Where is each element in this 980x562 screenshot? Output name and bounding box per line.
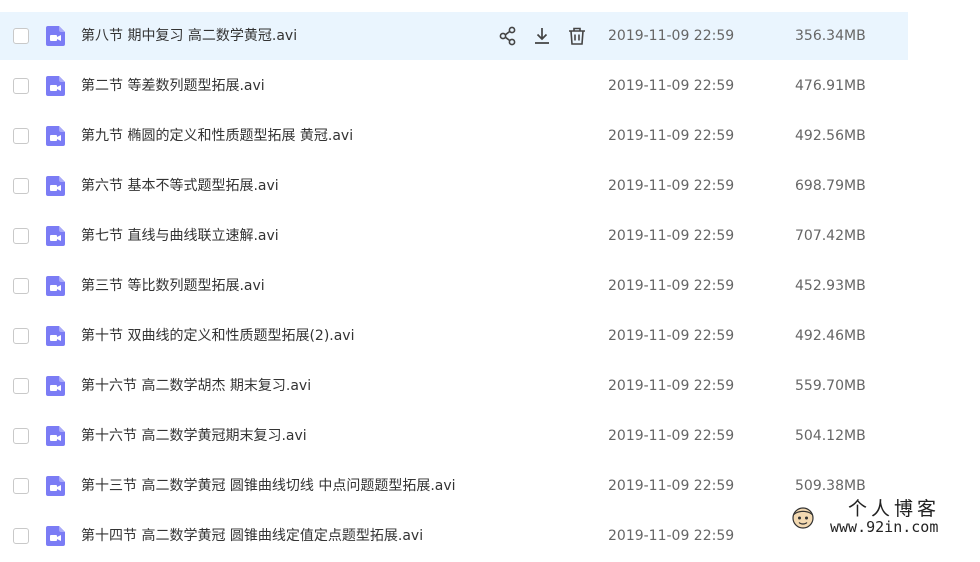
file-size: 492.56MB bbox=[795, 128, 866, 144]
file-size: 509.38MB bbox=[795, 478, 866, 494]
file-date: 2019-11-09 22:59 bbox=[608, 428, 735, 444]
delete-icon[interactable] bbox=[566, 25, 588, 47]
file-row[interactable]: 第九节 椭圆的定义和性质题型拓展 黄冠.avi 2019-11-09 22:59… bbox=[0, 112, 908, 162]
file-size: 559.70MB bbox=[795, 378, 866, 394]
video-file-icon bbox=[45, 125, 67, 147]
file-row[interactable]: 第八节 期中复习 高二数学黄冠.avi 2019-11-09 22:59 356… bbox=[0, 12, 908, 60]
file-row[interactable]: 第十六节 高二数学胡杰 期末复习.avi 2019-11-09 22:59 55… bbox=[0, 362, 908, 412]
video-file-icon bbox=[45, 325, 67, 347]
file-row[interactable]: 第十四节 高二数学黄冠 圆锥曲线定值定点题型拓展.avi 2019-11-09 … bbox=[0, 512, 908, 562]
video-file-icon bbox=[45, 175, 67, 197]
row-checkbox[interactable] bbox=[13, 28, 29, 44]
watermark-title: 个人博客 bbox=[848, 498, 941, 520]
file-name[interactable]: 第九节 椭圆的定义和性质题型拓展 黄冠.avi bbox=[81, 126, 353, 146]
file-size: 504.12MB bbox=[795, 428, 866, 444]
file-row[interactable]: 第十三节 高二数学黄冠 圆锥曲线切线 中点问题题型拓展.avi 2019-11-… bbox=[0, 462, 908, 512]
file-row[interactable]: 第三节 等比数列题型拓展.avi 2019-11-09 22:59 452.93… bbox=[0, 262, 908, 312]
file-row[interactable]: 第六节 基本不等式题型拓展.avi 2019-11-09 22:59 698.7… bbox=[0, 162, 908, 212]
file-name[interactable]: 第十六节 高二数学黄冠期末复习.avi bbox=[81, 426, 307, 446]
row-checkbox[interactable] bbox=[13, 478, 29, 494]
file-name[interactable]: 第二节 等差数列题型拓展.avi bbox=[81, 76, 265, 96]
share-icon[interactable] bbox=[497, 25, 519, 47]
file-name[interactable]: 第十四节 高二数学黄冠 圆锥曲线定值定点题型拓展.avi bbox=[81, 526, 423, 546]
video-file-icon bbox=[45, 525, 67, 547]
file-date: 2019-11-09 22:59 bbox=[608, 78, 735, 94]
file-date: 2019-11-09 22:59 bbox=[608, 128, 735, 144]
video-file-icon bbox=[45, 25, 67, 47]
row-checkbox[interactable] bbox=[13, 128, 29, 144]
file-date: 2019-11-09 22:59 bbox=[608, 278, 735, 294]
file-date: 2019-11-09 22:59 bbox=[608, 328, 735, 344]
file-name[interactable]: 第六节 基本不等式题型拓展.avi bbox=[81, 176, 279, 196]
file-date: 2019-11-09 22:59 bbox=[608, 528, 735, 544]
row-checkbox[interactable] bbox=[13, 378, 29, 394]
file-name[interactable]: 第三节 等比数列题型拓展.avi bbox=[81, 276, 265, 296]
video-file-icon bbox=[45, 275, 67, 297]
file-date: 2019-11-09 22:59 bbox=[608, 28, 735, 44]
row-checkbox[interactable] bbox=[13, 428, 29, 444]
blog-watermark: 个人博客 www.92in.com bbox=[786, 496, 976, 540]
file-size: 356.34MB bbox=[795, 28, 866, 44]
file-size: 492.46MB bbox=[795, 328, 866, 344]
video-file-icon bbox=[45, 375, 67, 397]
file-name[interactable]: 第十节 双曲线的定义和性质题型拓展(2).avi bbox=[81, 326, 354, 346]
row-checkbox[interactable] bbox=[13, 528, 29, 544]
watermark-url: www.92in.com bbox=[830, 518, 939, 536]
file-date: 2019-11-09 22:59 bbox=[608, 378, 735, 394]
file-name[interactable]: 第十三节 高二数学黄冠 圆锥曲线切线 中点问题题型拓展.avi bbox=[81, 476, 456, 496]
file-date: 2019-11-09 22:59 bbox=[608, 478, 735, 494]
video-file-icon bbox=[45, 425, 67, 447]
file-row[interactable]: 第二节 等差数列题型拓展.avi 2019-11-09 22:59 476.91… bbox=[0, 62, 908, 112]
cartoon-face-icon bbox=[790, 504, 816, 530]
row-checkbox[interactable] bbox=[13, 328, 29, 344]
file-row[interactable]: 第七节 直线与曲线联立速解.avi 2019-11-09 22:59 707.4… bbox=[0, 212, 908, 262]
file-list: 第八节 期中复习 高二数学黄冠.avi 2019-11-09 22:59 356… bbox=[0, 12, 908, 562]
file-date: 2019-11-09 22:59 bbox=[608, 228, 735, 244]
video-file-icon bbox=[45, 225, 67, 247]
file-name[interactable]: 第十六节 高二数学胡杰 期末复习.avi bbox=[81, 376, 311, 396]
row-checkbox[interactable] bbox=[13, 228, 29, 244]
row-checkbox[interactable] bbox=[13, 278, 29, 294]
file-size: 476.91MB bbox=[795, 78, 866, 94]
file-date: 2019-11-09 22:59 bbox=[608, 178, 735, 194]
row-checkbox[interactable] bbox=[13, 178, 29, 194]
file-size: 452.93MB bbox=[795, 278, 866, 294]
download-icon[interactable] bbox=[531, 25, 553, 47]
file-row[interactable]: 第十节 双曲线的定义和性质题型拓展(2).avi 2019-11-09 22:5… bbox=[0, 312, 908, 362]
file-row[interactable]: 第十六节 高二数学黄冠期末复习.avi 2019-11-09 22:59 504… bbox=[0, 412, 908, 462]
file-name[interactable]: 第八节 期中复习 高二数学黄冠.avi bbox=[81, 26, 297, 46]
file-size: 698.79MB bbox=[795, 178, 866, 194]
file-name[interactable]: 第七节 直线与曲线联立速解.avi bbox=[81, 226, 279, 246]
video-file-icon bbox=[45, 75, 67, 97]
row-checkbox[interactable] bbox=[13, 78, 29, 94]
file-size: 707.42MB bbox=[795, 228, 866, 244]
video-file-icon bbox=[45, 475, 67, 497]
